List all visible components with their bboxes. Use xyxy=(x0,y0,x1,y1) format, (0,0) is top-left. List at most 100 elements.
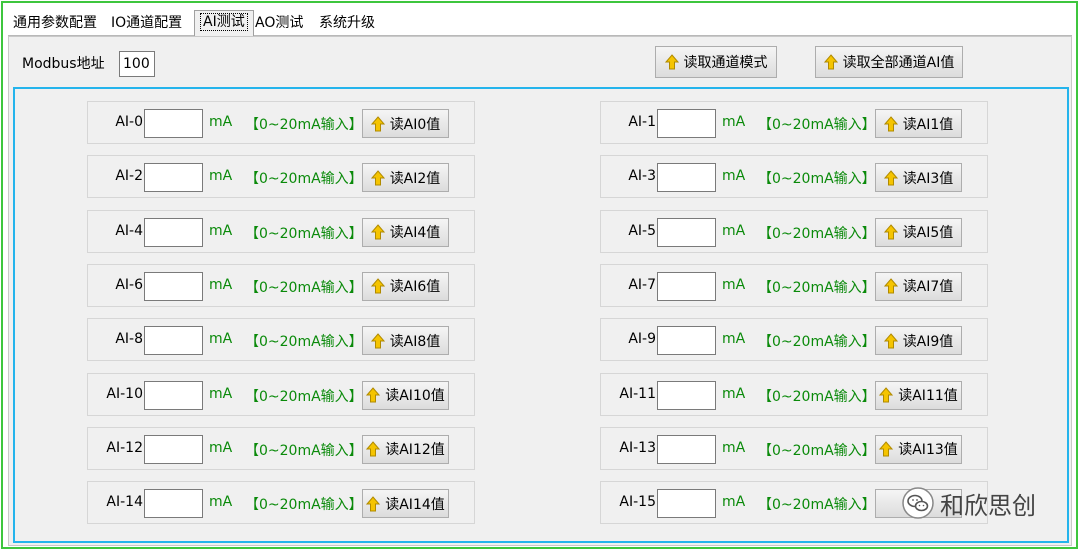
ai-channel-row: AI-1 mA 【0~20mA输入】 读AI1值 xyxy=(600,101,988,144)
button-label: 读取通道模式 xyxy=(683,55,768,71)
ai-channel-row: AI-14 mA 【0~20mA输入】 读AI14值 xyxy=(87,481,475,525)
watermark: 和欣思创 xyxy=(902,485,1036,521)
channel-label: AI-9 xyxy=(628,331,656,348)
unit-label: mA xyxy=(209,114,233,130)
channel-value-field[interactable] xyxy=(657,380,716,410)
button-label: 读AI0值 xyxy=(389,116,441,133)
range-label: 【0~20mA输入】 xyxy=(758,225,876,242)
channel-value-field[interactable] xyxy=(144,163,203,193)
read-channel-mode-button[interactable]: 读取通道模式 xyxy=(655,46,777,78)
up-arrow-icon xyxy=(370,332,385,349)
ai-channel-row: AI-6 mA 【0~20mA输入】 读AI6值 xyxy=(87,263,475,307)
channel-label: AI-15 xyxy=(619,494,656,511)
unit-label: mA xyxy=(209,168,233,185)
read-ai-button[interactable]: 读AI3值 xyxy=(875,163,962,193)
watermark-text: 和欣思创 xyxy=(940,491,1036,520)
up-arrow-icon xyxy=(366,387,381,403)
button-label: 读AI12值 xyxy=(385,442,445,459)
read-ai-button[interactable]: 读AI7值 xyxy=(875,271,962,301)
tab-ai-test[interactable]: AI测试 xyxy=(194,10,254,36)
channel-label: AI-14 xyxy=(106,494,143,511)
channel-value-field[interactable] xyxy=(144,489,203,519)
ai-channel-row: AI-2 mA 【0~20mA输入】 读AI2值 xyxy=(87,155,475,199)
read-ai-button[interactable]: 读AI0值 xyxy=(362,109,449,138)
channel-value-field[interactable] xyxy=(144,217,203,247)
ai-channel-row: AI-7 mA 【0~20mA输入】 读AI7值 xyxy=(600,263,988,307)
tab-general-params[interactable]: 通用参数配置 xyxy=(8,12,102,36)
up-arrow-icon xyxy=(883,332,898,349)
button-label: 读AI10值 xyxy=(385,388,445,404)
button-label: 读AI7值 xyxy=(902,279,954,296)
ai-channel-row: AI-13 mA 【0~20mA输入】 读AI13值 xyxy=(600,426,988,470)
range-label: 【0~20mA输入】 xyxy=(245,225,363,242)
button-label: 读取全部通道AI值 xyxy=(842,55,955,71)
ai-channel-row: AI-9 mA 【0~20mA输入】 读AI9值 xyxy=(600,318,988,362)
range-label: 【0~20mA输入】 xyxy=(245,279,363,296)
channel-value-field[interactable] xyxy=(144,380,203,410)
up-arrow-icon xyxy=(370,278,385,294)
channel-label: AI-8 xyxy=(115,331,143,348)
range-label: 【0~20mA输入】 xyxy=(758,171,876,188)
channel-value-field[interactable] xyxy=(657,434,716,464)
range-label: 【0~20mA输入】 xyxy=(758,334,876,351)
ai-channel-row: AI-3 mA 【0~20mA输入】 读AI3值 xyxy=(600,155,988,199)
channel-value-field[interactable] xyxy=(657,271,716,301)
ai-channel-row: AI-10 mA 【0~20mA输入】 读AI10值 xyxy=(87,372,475,416)
range-label: 【0~20mA输入】 xyxy=(758,388,876,405)
up-arrow-icon xyxy=(883,224,898,240)
button-label: 读AI4值 xyxy=(389,225,441,242)
channel-value-field[interactable] xyxy=(657,217,716,247)
tab-label: AI测试 xyxy=(200,13,248,31)
read-ai-button[interactable]: 读AI6值 xyxy=(362,271,449,301)
modbus-address-input[interactable]: 100 xyxy=(119,51,155,77)
read-ai-button[interactable]: 读AI14值 xyxy=(362,489,449,519)
read-ai-button[interactable]: 读AI2值 xyxy=(362,163,449,193)
channel-value-field[interactable] xyxy=(657,109,716,138)
channel-label: AI-12 xyxy=(106,439,143,456)
tab-bar: 通用参数配置 IO通道配置 AI测试 AO测试 系统升级 xyxy=(8,10,1072,36)
read-ai-button[interactable]: 读AI9值 xyxy=(875,326,962,356)
range-label: 【0~20mA输入】 xyxy=(245,334,363,351)
up-arrow-icon xyxy=(370,115,385,132)
unit-label: mA xyxy=(722,494,746,511)
unit-label: mA xyxy=(722,331,746,348)
up-arrow-icon xyxy=(883,278,898,294)
channel-label: AI-10 xyxy=(106,385,143,402)
tab-label: 通用参数配置 xyxy=(13,15,97,31)
read-ai-button[interactable]: 读AI12值 xyxy=(362,434,449,464)
up-arrow-icon xyxy=(883,170,898,186)
tab-io-channel-config[interactable]: IO通道配置 xyxy=(106,12,187,36)
channel-label: AI-2 xyxy=(115,168,143,185)
channel-value-field[interactable] xyxy=(144,434,203,464)
ai-channel-row: AI-11 mA 【0~20mA输入】 读AI11值 xyxy=(600,372,988,416)
button-label: 读AI8值 xyxy=(389,333,441,350)
read-all-ai-button[interactable]: 读取全部通道AI值 xyxy=(815,46,963,78)
channel-value-field[interactable] xyxy=(657,163,716,193)
channel-label: AI-7 xyxy=(628,276,656,293)
channel-value-field[interactable] xyxy=(657,489,716,519)
button-label: 读AI11值 xyxy=(898,388,958,404)
ai-channel-area: AI-0 mA 【0~20mA输入】 读AI0值 AI-1 mA 【0~20mA输入】 读AI… xyxy=(13,87,1069,543)
read-ai-button[interactable]: 读AI4值 xyxy=(362,217,449,247)
read-ai-button[interactable]: 读AI5值 xyxy=(875,217,962,247)
channel-value-field[interactable] xyxy=(657,326,716,356)
read-ai-button[interactable]: 读AI10值 xyxy=(362,380,449,410)
read-ai-button[interactable]: 读AI13值 xyxy=(875,434,962,464)
channel-label: AI-3 xyxy=(628,168,656,185)
button-label: 读AI14值 xyxy=(385,496,445,513)
channel-label: AI-6 xyxy=(115,276,143,293)
range-label: 【0~20mA输入】 xyxy=(245,388,363,405)
channel-value-field[interactable] xyxy=(144,109,203,138)
channel-label: AI-1 xyxy=(628,114,656,130)
unit-label: mA xyxy=(722,439,746,456)
tab-system-upgrade[interactable]: 系统升级 xyxy=(314,12,380,36)
read-ai-button[interactable]: 读AI1值 xyxy=(875,109,962,138)
button-label: 读AI9值 xyxy=(902,333,954,350)
channel-value-field[interactable] xyxy=(144,271,203,301)
channel-value-field[interactable] xyxy=(144,326,203,356)
channel-label: AI-13 xyxy=(619,439,656,456)
read-ai-button[interactable]: 读AI8值 xyxy=(362,326,449,356)
read-ai-button[interactable]: 读AI11值 xyxy=(875,380,962,410)
tab-ao-test[interactable]: AO测试 xyxy=(250,12,308,36)
channel-label: AI-0 xyxy=(115,114,143,130)
